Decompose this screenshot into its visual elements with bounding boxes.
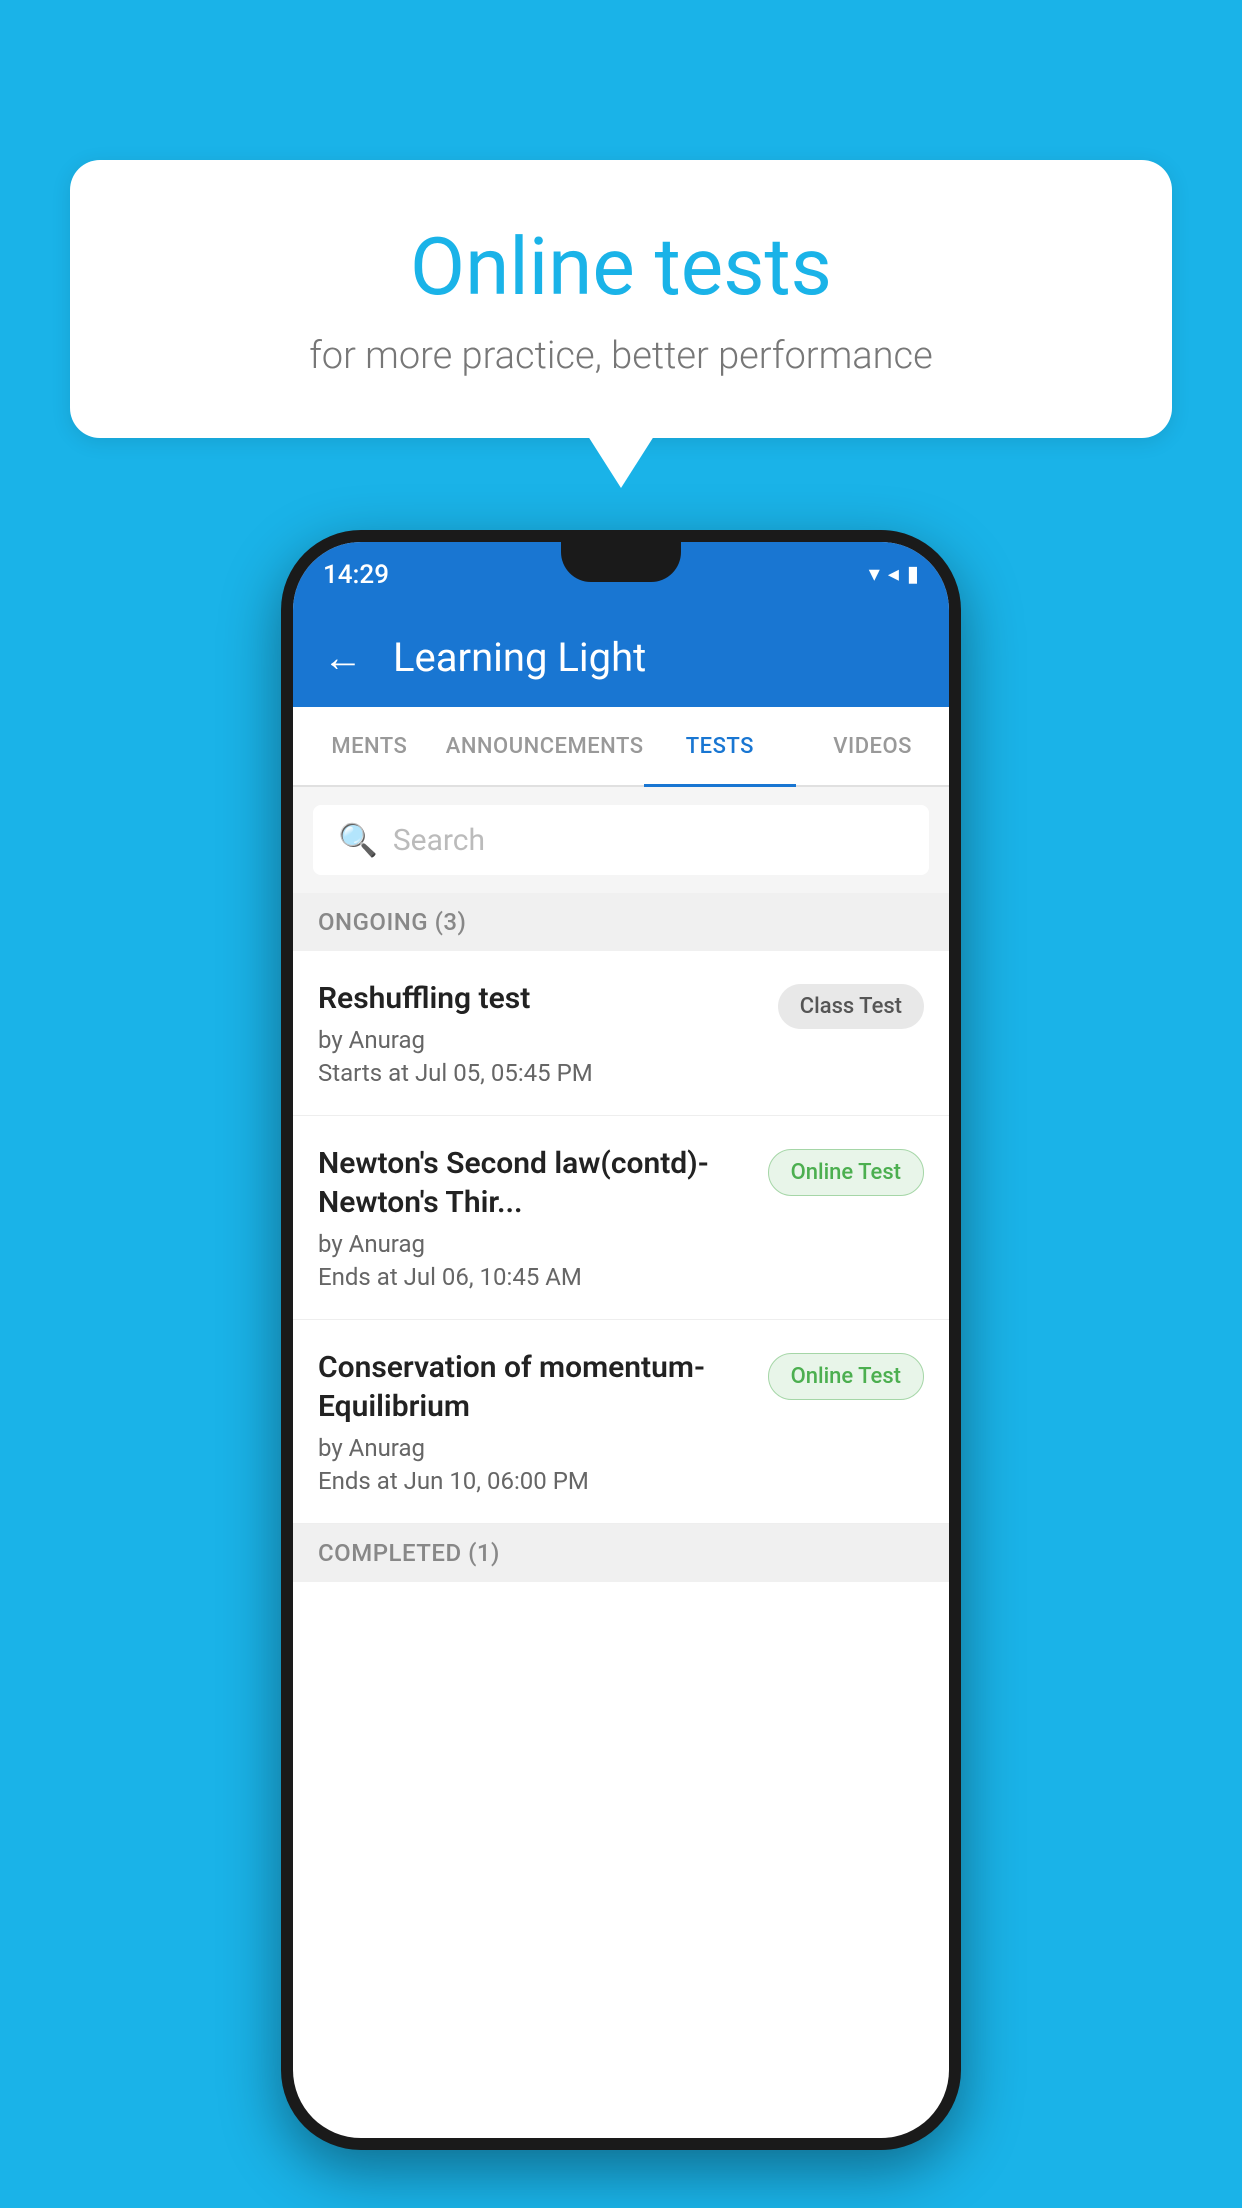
test-time-1: Starts at Jul 05, 05:45 PM <box>318 1059 758 1087</box>
status-icons: ▾ ◂ ▮ <box>869 562 919 587</box>
test-item-3[interactable]: Conservation of momentum-Equilibrium by … <box>293 1320 949 1524</box>
test-badge-3: Online Test <box>768 1353 924 1400</box>
test-time-3: Ends at Jun 10, 06:00 PM <box>318 1467 748 1495</box>
test-author-1: by Anurag <box>318 1026 758 1054</box>
test-time-2: Ends at Jul 06, 10:45 AM <box>318 1263 748 1291</box>
test-info-1: Reshuffling test by Anurag Starts at Jul… <box>318 979 778 1087</box>
tab-tests[interactable]: TESTS <box>644 707 797 785</box>
app-bar: ← Learning Light <box>293 607 949 707</box>
completed-section-header: COMPLETED (1) <box>293 1524 949 1582</box>
battery-icon: ▮ <box>907 562 919 587</box>
test-info-3: Conservation of momentum-Equilibrium by … <box>318 1348 768 1495</box>
ongoing-section-header: ONGOING (3) <box>293 893 949 951</box>
search-input[interactable]: Search <box>393 823 485 858</box>
test-name-1: Reshuffling test <box>318 979 758 1018</box>
test-list: Reshuffling test by Anurag Starts at Jul… <box>293 951 949 1524</box>
test-badge-2: Online Test <box>768 1149 924 1196</box>
tab-ments[interactable]: MENTS <box>293 707 446 785</box>
app-title: Learning Light <box>393 634 646 681</box>
tab-bar: MENTS ANNOUNCEMENTS TESTS VIDEOS <box>293 707 949 787</box>
phone-screen: 14:29 ▾ ◂ ▮ ← Learning Light MENTS ANNOU… <box>293 542 949 2138</box>
search-container: 🔍 Search <box>293 787 949 893</box>
status-bar: 14:29 ▾ ◂ ▮ <box>293 542 949 607</box>
test-author-2: by Anurag <box>318 1230 748 1258</box>
test-info-2: Newton's Second law(contd)-Newton's Thir… <box>318 1144 768 1291</box>
back-button[interactable]: ← <box>323 634 363 681</box>
search-bar[interactable]: 🔍 Search <box>313 805 929 875</box>
signal-icon: ◂ <box>888 562 899 587</box>
notch <box>561 542 681 582</box>
tab-announcements[interactable]: ANNOUNCEMENTS <box>446 707 644 785</box>
search-icon: 🔍 <box>338 821 378 859</box>
test-name-2: Newton's Second law(contd)-Newton's Thir… <box>318 1144 748 1222</box>
bubble-title: Online tests <box>150 220 1092 314</box>
speech-bubble: Online tests for more practice, better p… <box>70 160 1172 438</box>
test-item-2[interactable]: Newton's Second law(contd)-Newton's Thir… <box>293 1116 949 1320</box>
test-author-3: by Anurag <box>318 1434 748 1462</box>
status-time: 14:29 <box>323 560 389 590</box>
test-item-1[interactable]: Reshuffling test by Anurag Starts at Jul… <box>293 951 949 1116</box>
bubble-subtitle: for more practice, better performance <box>150 334 1092 378</box>
tab-videos[interactable]: VIDEOS <box>796 707 949 785</box>
wifi-icon: ▾ <box>869 562 880 587</box>
test-name-3: Conservation of momentum-Equilibrium <box>318 1348 748 1426</box>
phone-mockup: 14:29 ▾ ◂ ▮ ← Learning Light MENTS ANNOU… <box>281 530 961 2150</box>
test-badge-1: Class Test <box>778 984 924 1029</box>
